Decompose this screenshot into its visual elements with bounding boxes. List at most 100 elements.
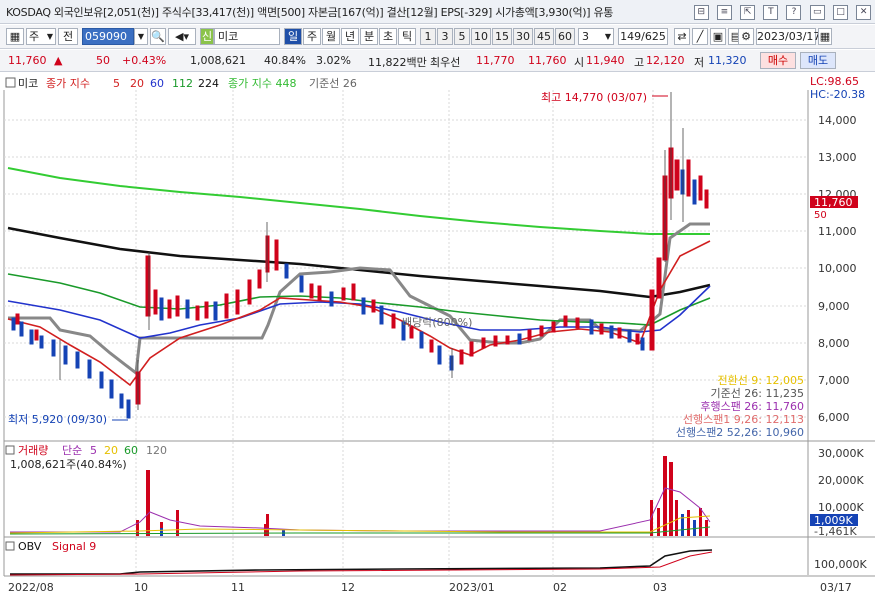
price-tick: 7,000 bbox=[818, 374, 850, 387]
volume-ratio: 40.84% bbox=[264, 54, 306, 67]
draw-icon[interactable]: ╱ bbox=[692, 28, 708, 45]
x-tick: 2022/08 bbox=[8, 581, 54, 594]
sell-button[interactable]: 매도 bbox=[800, 52, 836, 69]
stock-name-field[interactable]: 미코 bbox=[214, 28, 280, 45]
sound-icon[interactable]: ◀▾ bbox=[168, 28, 196, 45]
best-ask: 11,770 bbox=[476, 54, 515, 67]
prev-button[interactable]: 전 bbox=[58, 28, 78, 45]
interval-5[interactable]: 5 bbox=[454, 28, 470, 45]
market-select[interactable]: 주 ▼ bbox=[26, 28, 56, 45]
volume-tick: 10,000K bbox=[818, 501, 864, 514]
volume-ma-5: 5 bbox=[90, 444, 97, 457]
current-price: 11,760 bbox=[8, 54, 47, 67]
x-tick: 11 bbox=[231, 581, 245, 594]
mid-note: 배당락(800%) bbox=[402, 316, 472, 329]
open-label: 시 bbox=[574, 56, 585, 69]
high-note: 최고 14,770 (03/07) bbox=[541, 91, 647, 104]
price-change-pct: +0.43% bbox=[122, 54, 167, 67]
x-tick: 02 bbox=[553, 581, 567, 594]
period-week[interactable]: 주 bbox=[303, 28, 321, 45]
link-icon[interactable]: ⇱ bbox=[739, 5, 755, 20]
period-tick[interactable]: 틱 bbox=[398, 28, 416, 45]
menu-icon[interactable]: ≡ bbox=[716, 5, 732, 20]
period-minute[interactable]: 분 bbox=[360, 28, 378, 45]
ma5-label: 5 bbox=[113, 77, 120, 90]
maximize-icon[interactable]: □ bbox=[832, 5, 848, 20]
save-icon[interactable]: ▣ bbox=[710, 28, 726, 45]
period-day[interactable]: 일 bbox=[284, 28, 302, 45]
period-year[interactable]: 년 bbox=[341, 28, 359, 45]
close-icon[interactable]: ✕ bbox=[856, 5, 871, 20]
interval-10[interactable]: 10 bbox=[471, 28, 491, 45]
volume-ma-60: 60 bbox=[124, 444, 138, 457]
base-line-label: 기준선 26 bbox=[309, 77, 357, 90]
volume-value: 1,008,621 bbox=[190, 54, 246, 67]
interval-45[interactable]: 45 bbox=[534, 28, 554, 45]
ma-label: 종가 지수 bbox=[46, 77, 90, 90]
ma60-label: 60 bbox=[150, 77, 164, 90]
stock-code-input[interactable]: 059090 bbox=[82, 28, 134, 45]
period-second[interactable]: 초 bbox=[379, 28, 397, 45]
obv-signal: Signal 9 bbox=[52, 540, 96, 553]
x-right-label: 03/17 bbox=[820, 581, 852, 594]
text-icon[interactable]: T bbox=[763, 5, 779, 20]
price-tick: 13,000 bbox=[818, 151, 857, 164]
low-price: 11,320 bbox=[708, 54, 747, 67]
low-label: 저 bbox=[694, 56, 705, 69]
price-tick: 11,000 bbox=[818, 225, 857, 238]
lc-value: LC:98.65 bbox=[810, 75, 859, 88]
grid-icon[interactable]: ▦ bbox=[6, 28, 24, 45]
obv-label: OBV bbox=[18, 540, 42, 553]
gear-icon[interactable]: ⚙ bbox=[738, 28, 754, 45]
volume-tick: 30,000K bbox=[818, 447, 864, 460]
buy-button[interactable]: 매수 bbox=[760, 52, 796, 69]
volume-label: 거래량 bbox=[18, 444, 48, 457]
period-month[interactable]: 월 bbox=[322, 28, 340, 45]
volume-ma-20: 20 bbox=[104, 444, 118, 457]
price-tick: 6,000 bbox=[818, 411, 850, 424]
legend-line: 기준선 26: 11,235 bbox=[710, 387, 804, 400]
x-tick: 12 bbox=[341, 581, 355, 594]
layout-icon[interactable]: ⊟ bbox=[693, 5, 709, 20]
price-change: 50 bbox=[96, 54, 110, 67]
stock-label: 미코 bbox=[18, 77, 38, 90]
window-controls: ⊟ ≡ ⇱ T ? ▭ □ ✕ bbox=[689, 4, 871, 20]
price-tick: 9,000 bbox=[818, 300, 850, 313]
chart-toolbar: ▦ 주 ▼ 전 059090 ▼ 🔍 ◀▾ 신 미코 일 주 월 년 분 초 틱 … bbox=[0, 25, 875, 49]
last-price-text: 11,760 bbox=[814, 196, 853, 209]
low-note: 최저 5,920 (09/30) bbox=[8, 413, 107, 426]
price-tick: 8,000 bbox=[818, 337, 850, 350]
high-label: 고 bbox=[634, 56, 645, 69]
interval-15[interactable]: 15 bbox=[492, 28, 512, 45]
open-price: 11,940 bbox=[586, 54, 625, 67]
stock-info-bar: KOSDAQ 외국인보유[2,051(천)] 주식수[33,417(천)] 액면… bbox=[0, 0, 875, 24]
volume-ma-120: 120 bbox=[146, 444, 167, 457]
interval-1[interactable]: 1 bbox=[420, 28, 436, 45]
stock-chart[interactable]: 미코 종가 지수 5 20 60 112 224 종가 지수 448 기준선 2… bbox=[0, 74, 875, 598]
ma20-label: 20 bbox=[130, 77, 144, 90]
best-label: 최우선 bbox=[430, 56, 461, 69]
quote-bar: 11,760 ▲ 50 +0.43% 1,008,621 40.84% 3.02… bbox=[0, 50, 875, 72]
interval-60[interactable]: 60 bbox=[555, 28, 575, 45]
ma448-label: 종가 지수 448 bbox=[228, 77, 296, 90]
price-tick: 14,000 bbox=[818, 114, 857, 127]
search-icon[interactable]: 🔍 bbox=[150, 28, 166, 45]
hc-value: HC:-20.38 bbox=[810, 88, 865, 101]
date-field[interactable]: 2023/03/17 bbox=[756, 28, 820, 45]
interval-30[interactable]: 30 bbox=[513, 28, 533, 45]
interval-3[interactable]: 3 bbox=[437, 28, 453, 45]
legend-line: 선행스팬1 9,26: 12,113 bbox=[683, 413, 804, 426]
volume-value: 1,008,621주(40.84%) bbox=[10, 458, 127, 471]
code-dropdown-icon[interactable]: ▼ bbox=[134, 28, 148, 45]
legend-line: 전환선 9: 12,005 bbox=[717, 374, 804, 387]
best-bid: 11,760 bbox=[528, 54, 567, 67]
minimize-icon[interactable]: ▭ bbox=[809, 5, 825, 20]
page-indicator: 149/625 bbox=[618, 28, 668, 45]
ma112-label: 112 bbox=[172, 77, 193, 90]
calendar-icon[interactable]: ▦ bbox=[818, 28, 832, 45]
count-select[interactable]: 3 ▼ bbox=[578, 28, 614, 45]
legend-line: 선행스팬2 52,26: 10,960 bbox=[676, 426, 804, 439]
help-icon[interactable]: ? bbox=[786, 5, 802, 20]
zoom-icon[interactable]: ⇄ bbox=[674, 28, 690, 45]
price-tick: 10,000 bbox=[818, 262, 857, 275]
